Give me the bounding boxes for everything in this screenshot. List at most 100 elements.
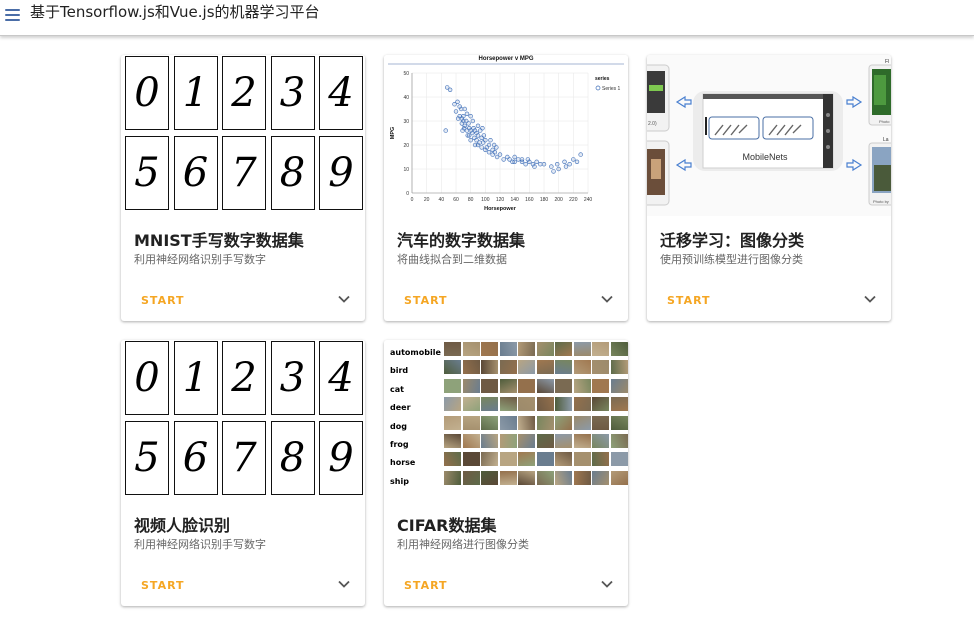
cifar-sample-image [573,378,591,393]
digit-cell: 8 [270,136,315,210]
cifar-sample-image [610,415,628,430]
cifar-sample-image [462,342,480,356]
digit-glyph: 8 [279,435,306,481]
cifar-sample-image [536,452,554,467]
start-button[interactable]: START [141,294,185,307]
start-button[interactable]: START [141,579,185,592]
digit-glyph: 9 [328,150,354,196]
digit-glyph: 1 [182,70,209,116]
cifar-sample-image [481,452,498,467]
cifar-sample-image [499,360,517,375]
data-point [555,161,560,167]
data-point [461,113,466,119]
cifar-sample-image [536,360,554,375]
card-face-recognition: 01234 56789 视频人脸识别 利用神经网络识别手写数字 START [121,340,365,606]
card-subtitle: 利用神经网络进行图像分类 [397,538,529,551]
chevron-down-icon[interactable] [337,292,351,306]
card-mnist: 01234 56789 MNIST手写数字数据集 利用神经网络识别手写数字 STA… [121,55,365,321]
y-axis-label: MPG [390,127,396,140]
digit-cell: 1 [173,341,218,415]
digit-glyph: 5 [134,435,160,481]
digit-cell: 2 [222,341,266,415]
start-button[interactable]: START [667,294,711,307]
chevron-down-icon[interactable] [863,292,877,306]
cifar-sample-image [555,452,572,467]
chevron-down-icon[interactable] [600,292,614,306]
cifar-sample-image [444,415,461,430]
y-tick-label: 10 [403,167,409,173]
y-tick-label: 30 [403,119,409,125]
cifar-sample-image [536,342,554,356]
data-point [455,99,460,104]
caption-left-top: 2.0) [648,121,657,127]
data-point [497,152,503,157]
x-tick-label: 240 [584,197,593,203]
data-point [475,123,481,129]
cifar-sample-image [536,397,554,412]
cifar-sample-image [610,434,628,448]
digit-cell: 9 [319,421,363,495]
cifar-sample-image [592,434,609,448]
data-point [477,140,482,145]
digit-cell: 2 [222,56,266,130]
cifar-sample-image [555,378,572,393]
data-point [563,164,569,169]
card-subtitle: 使用预训练模型进行图像分类 [660,253,803,266]
digit-cell: 4 [319,56,363,130]
cifar-sample-image [536,378,554,393]
cifar-class-label: deer [390,403,411,413]
cifar-sample-image [592,342,609,356]
chevron-down-icon[interactable] [600,577,614,591]
menu-icon[interactable] [2,4,24,26]
cifar-sample-image [462,360,480,375]
cifar-sample-image [499,452,517,467]
start-button[interactable]: START [404,294,448,307]
cifar-sample-image [444,342,461,356]
cifar-sample-image [592,378,609,393]
digit-glyph: 6 [182,435,209,481]
card-media-mnist: 01234 56789 [121,55,365,216]
data-point [556,166,561,172]
y-tick-label: 50 [403,71,409,77]
cifar-sample-image [610,378,628,393]
y-tick-label: 40 [403,95,409,101]
cifar-sample-image [592,415,609,430]
digit-cell: 0 [125,56,169,130]
cifar-sample-image [573,360,591,375]
cifar-class-label: bird [390,366,409,376]
data-point [538,161,543,167]
cifar-sample-image [536,415,554,430]
data-point [494,145,499,150]
cifar-sample-image [518,434,535,448]
digit-cell: 5 [125,421,169,495]
cifar-sample-image [555,397,572,412]
cifar-sample-image [481,342,498,356]
card-title: 汽车的数字数据集 [397,231,526,250]
chevron-down-icon[interactable] [337,577,351,591]
digit-glyph: 9 [328,435,354,481]
data-point [480,125,485,131]
cifar-sample-image [518,470,535,485]
digit-glyph: 1 [182,355,209,401]
data-point [567,161,572,167]
data-point [447,87,453,92]
cifar-sample-image [481,360,498,375]
data-point [549,164,554,169]
cifar-sample-image [481,415,498,430]
y-tick-label: 0 [406,191,409,197]
caption-right-top: Fl [885,59,889,65]
card-subtitle: 利用神经网络识别手写数字 [134,538,266,551]
start-button[interactable]: START [404,579,448,592]
data-point [527,159,532,165]
digit-glyph: 4 [328,355,354,401]
cifar-sample-image [573,342,591,356]
card-car-data: Horsepower v MPG 0 20 40 60 80 100 120 140 160 180… [384,55,628,321]
cifar-sample-image [555,360,572,375]
data-point [464,111,470,116]
digit-glyph: 2 [231,355,257,401]
data-point [534,159,539,165]
data-point [483,137,488,143]
cifar-sample-image [518,415,535,430]
legend-title: series [595,76,610,82]
card-title: 视频人脸识别 [134,516,231,535]
